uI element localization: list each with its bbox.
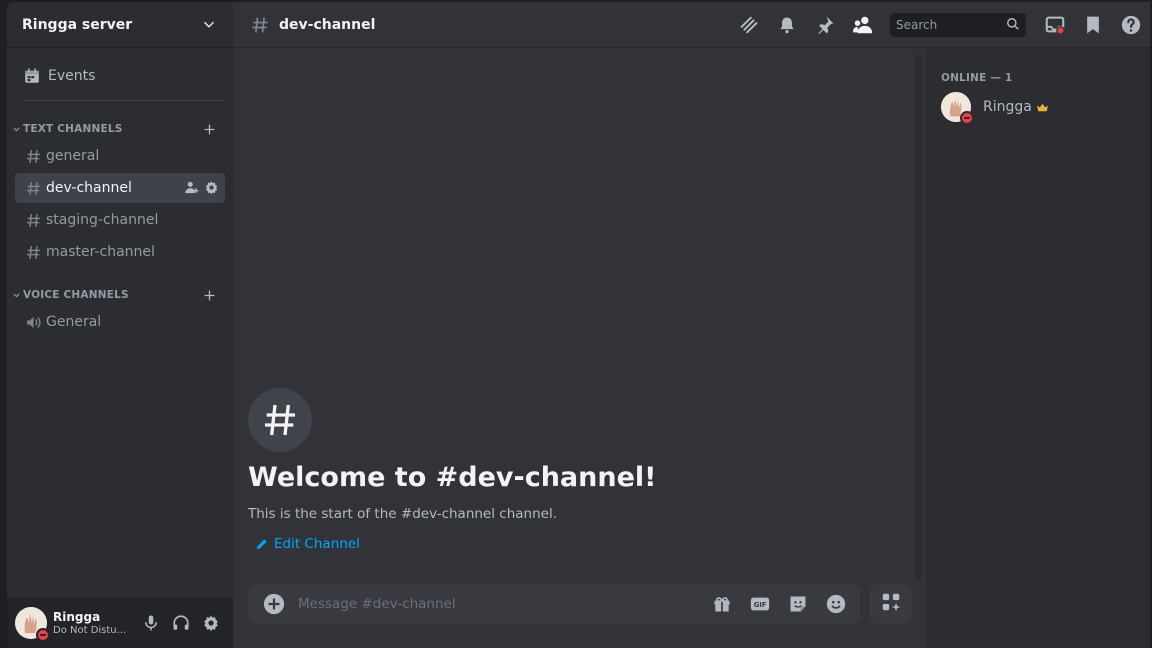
- gift-icon[interactable]: [710, 592, 734, 616]
- channel-label: General: [46, 314, 102, 330]
- channel-label: staging-channel: [46, 212, 159, 228]
- channel-label: general: [46, 148, 100, 164]
- channel-label: dev-channel: [46, 180, 132, 196]
- chevron-down-icon: [11, 124, 21, 134]
- speaker-icon: [23, 312, 43, 332]
- gif-icon[interactable]: GIF: [748, 592, 772, 616]
- apps-button[interactable]: [870, 584, 912, 624]
- hashtag-icon: [23, 146, 43, 166]
- message-composer[interactable]: Message #dev-channel GIF: [248, 584, 860, 624]
- welcome-subtitle: This is the start of the #dev-channel ch…: [248, 506, 557, 522]
- welcome-hashtag-icon: [248, 388, 312, 452]
- hashtag-icon: [23, 178, 43, 198]
- dnd-status-icon: [36, 628, 50, 642]
- user-panel: Ringga Do Not Distu...: [7, 598, 233, 648]
- chevron-down-icon: [11, 290, 21, 300]
- member-item[interactable]: Ringga: [934, 90, 1142, 125]
- sticker-icon[interactable]: [786, 592, 810, 616]
- add-attachment-icon[interactable]: [262, 592, 286, 616]
- user-name: Ringga: [53, 609, 101, 624]
- channel-label: master-channel: [46, 244, 155, 260]
- online-header: ONLINE — 1: [941, 72, 1013, 84]
- channel-title: dev-channel: [279, 16, 376, 33]
- user-actions: [137, 607, 225, 639]
- composer-icons: GIF: [710, 592, 848, 616]
- sidebar-item-voice-general[interactable]: General: [15, 307, 225, 337]
- events-item[interactable]: Events: [15, 60, 225, 92]
- chevron-down-icon: [201, 17, 217, 33]
- hashtag-icon: [23, 242, 43, 262]
- user-text: Ringga Do Not Distu...: [53, 610, 131, 637]
- headphones-icon[interactable]: [167, 607, 195, 639]
- emoji-icon[interactable]: [824, 592, 848, 616]
- bell-icon[interactable]: [775, 13, 799, 37]
- help-icon[interactable]: [1119, 13, 1143, 37]
- sidebar-item-master-channel[interactable]: master-channel: [15, 237, 225, 267]
- pin-icon[interactable]: [813, 13, 837, 37]
- sidebar-item-general[interactable]: general: [15, 141, 225, 171]
- bookmark-icon[interactable]: [1081, 13, 1105, 37]
- inbox-icon[interactable]: [1043, 13, 1067, 37]
- header-toolbar: Search: [730, 2, 1150, 48]
- create-channel-plus-icon[interactable]: [201, 121, 217, 137]
- create-channel-plus-icon[interactable]: [201, 287, 217, 303]
- hashtag-icon: [23, 210, 43, 230]
- member-list: ONLINE — 1 Ringga: [926, 48, 1150, 648]
- search-icon: [1006, 17, 1020, 34]
- sidebar-divider: [23, 100, 225, 101]
- category-text-channels[interactable]: TEXT CHANNELS: [7, 119, 233, 139]
- members-icon[interactable]: [851, 13, 875, 37]
- discord-app: Ringga server Events TEXT CHANNELS gener…: [0, 0, 1152, 648]
- channel-sidebar: Ringga server Events TEXT CHANNELS gener…: [7, 2, 233, 648]
- edit-channel-link[interactable]: Edit Channel: [254, 536, 360, 552]
- welcome-title: Welcome to #dev-channel!: [248, 462, 657, 493]
- gear-icon[interactable]: [203, 179, 219, 195]
- hashtag-icon: [249, 14, 271, 36]
- dnd-status-icon: [960, 111, 974, 125]
- user-status: Do Not Distu...: [53, 624, 127, 636]
- category-label: VOICE CHANNELS: [23, 289, 129, 301]
- server-name: Ringga server: [22, 16, 133, 33]
- category-voice-channels[interactable]: VOICE CHANNELS: [7, 285, 233, 305]
- sidebar-item-dev-channel[interactable]: dev-channel: [15, 173, 225, 203]
- server-header[interactable]: Ringga server: [7, 2, 233, 48]
- channel-header: dev-channel Search: [233, 2, 1150, 48]
- category-label: TEXT CHANNELS: [23, 123, 123, 135]
- avatar[interactable]: [15, 607, 50, 642]
- pencil-icon: [254, 536, 270, 552]
- channel-actions: [183, 179, 219, 195]
- threads-icon[interactable]: [737, 13, 761, 37]
- edit-channel-label: Edit Channel: [274, 536, 360, 552]
- chat-scrollbar[interactable]: [915, 54, 923, 580]
- gear-icon[interactable]: [197, 607, 225, 639]
- chat-area: Welcome to #dev-channel! This is the sta…: [233, 48, 926, 648]
- member-name: Ringga: [983, 99, 1032, 115]
- crown-icon: [1036, 100, 1050, 114]
- sidebar-item-staging-channel[interactable]: staging-channel: [15, 205, 225, 235]
- microphone-icon[interactable]: [137, 607, 165, 639]
- svg-text:GIF: GIF: [754, 601, 767, 609]
- message-input[interactable]: Message #dev-channel: [298, 596, 710, 612]
- invite-user-icon[interactable]: [183, 179, 199, 195]
- calendar-icon: [22, 66, 42, 86]
- events-label: Events: [48, 68, 96, 84]
- avatar: [941, 92, 974, 125]
- search-input[interactable]: Search: [890, 13, 1026, 37]
- apps-icon: [880, 591, 902, 617]
- search-placeholder: Search: [896, 18, 938, 32]
